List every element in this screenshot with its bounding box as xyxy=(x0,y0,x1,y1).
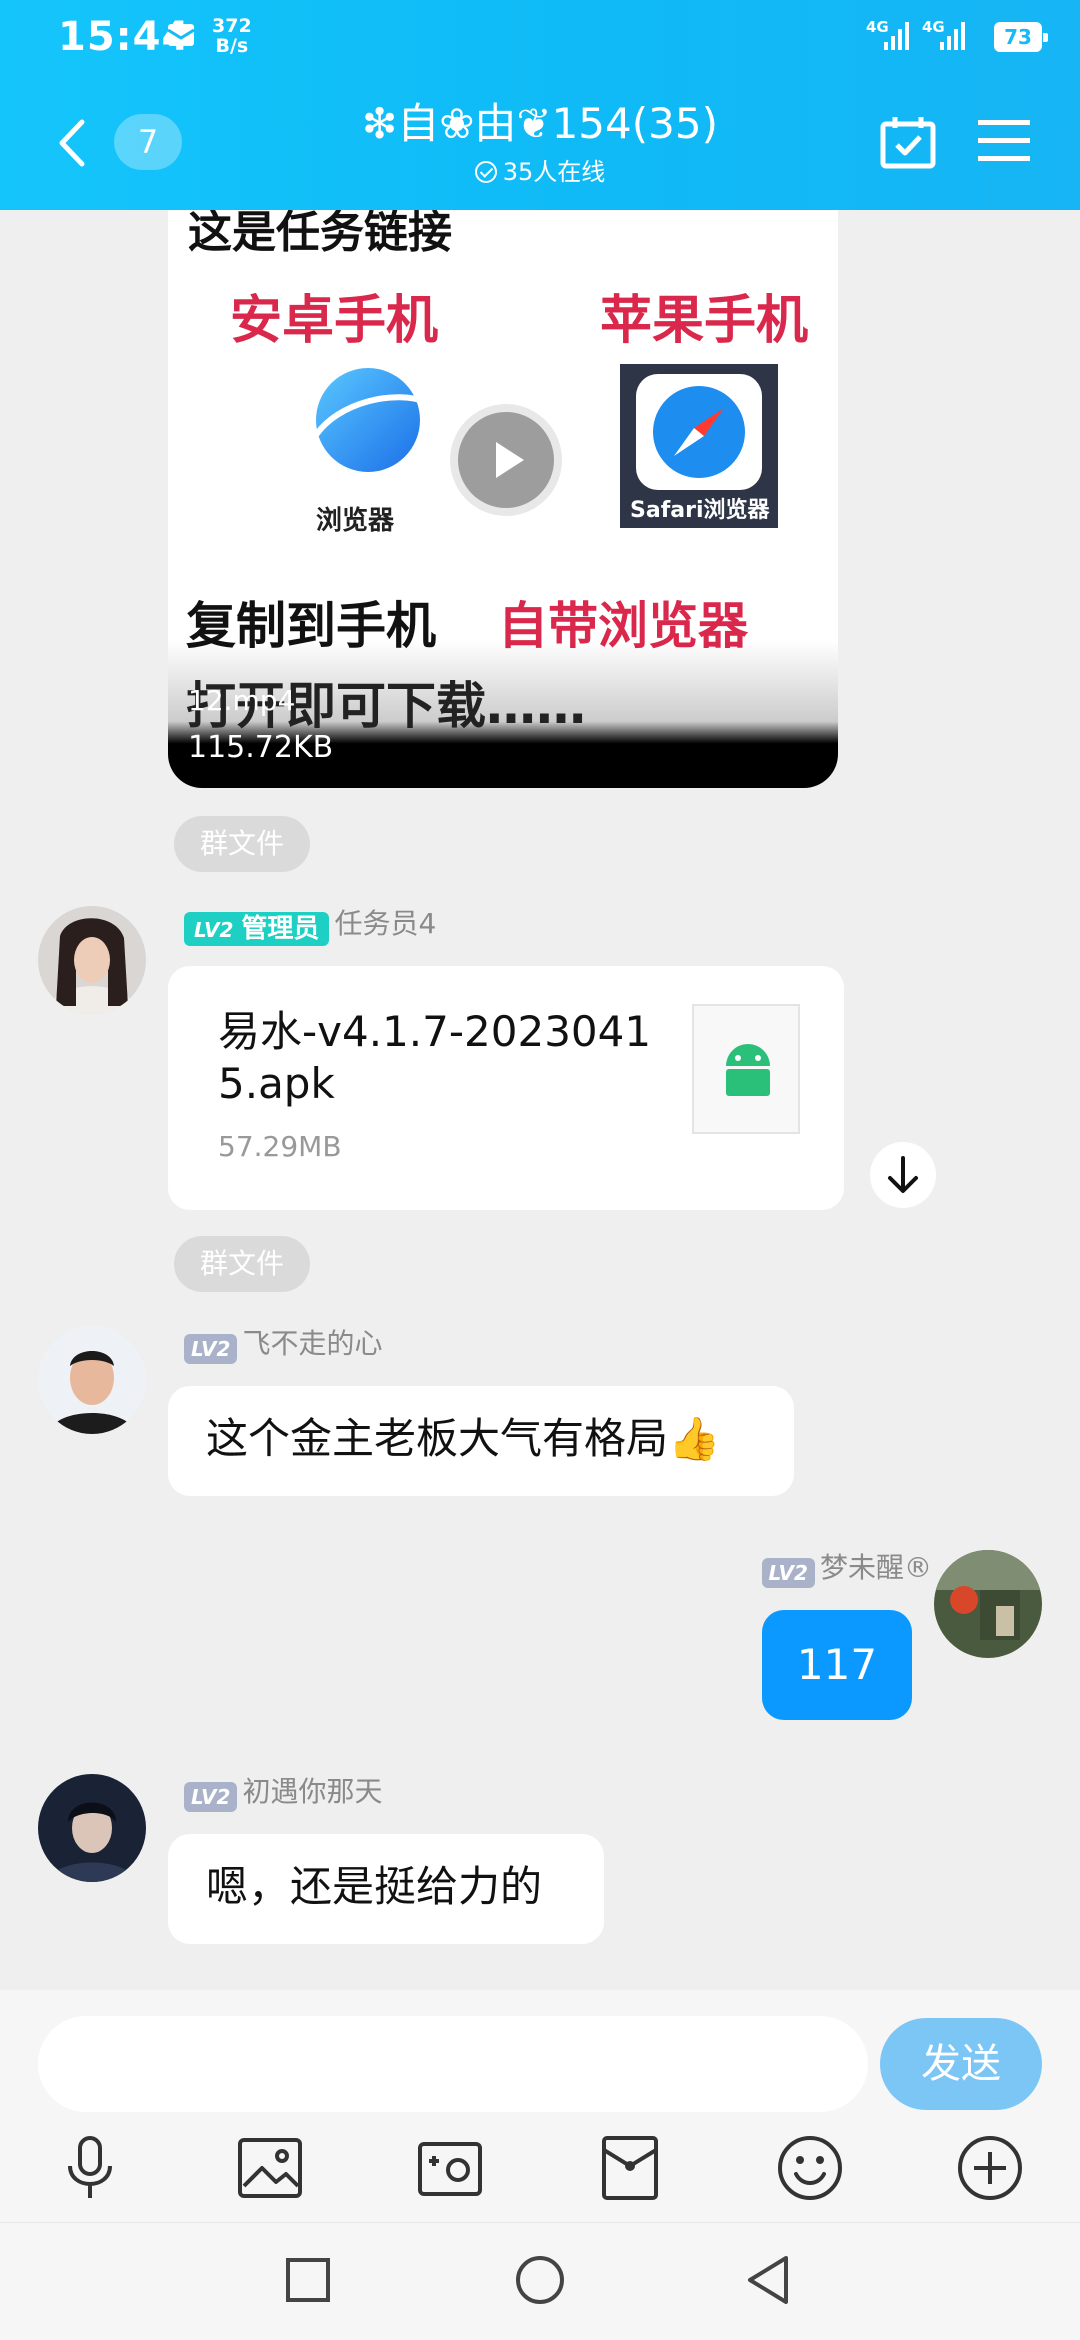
calendar-check-icon[interactable] xyxy=(878,112,938,172)
avatar[interactable] xyxy=(38,1774,146,1882)
avatar[interactable] xyxy=(38,906,146,1014)
message-text: 嗯，还是挺给力的 xyxy=(206,1862,543,1911)
unread-count-badge[interactable]: 7 xyxy=(114,114,182,170)
sender-name: 飞不走的心 xyxy=(242,1327,383,1360)
video-file-name: 12.mp4 xyxy=(188,684,296,717)
online-check-icon xyxy=(474,161,497,183)
sender-name: 任务员4 xyxy=(334,907,437,940)
red-packet-icon[interactable] xyxy=(594,2132,666,2204)
android-browser-icon xyxy=(311,368,428,472)
play-icon[interactable] xyxy=(446,400,566,520)
video-text-top: 这是任务链接 xyxy=(188,210,452,258)
message-bubble[interactable]: 这个金主老板大气有格局👍 xyxy=(168,1386,794,1496)
camera-icon[interactable] xyxy=(414,2132,486,2204)
file-size: 57.29MB xyxy=(218,1130,342,1163)
level-badge: LV2 xyxy=(184,1333,238,1364)
download-button[interactable] xyxy=(870,1142,936,1208)
video-file-size: 115.72KB xyxy=(188,730,334,765)
sender-row: LV2 管理员 任务员4 xyxy=(184,904,436,946)
video-android-label: 安卓手机 xyxy=(230,291,439,351)
video-browser-label: 浏览器 xyxy=(316,506,395,536)
back-icon[interactable] xyxy=(52,118,92,168)
nav-back-icon[interactable] xyxy=(744,2254,794,2306)
sender-name: 初遇你那天 xyxy=(242,1775,383,1808)
plus-icon[interactable] xyxy=(954,2132,1026,2204)
home-icon[interactable] xyxy=(514,2254,566,2306)
microphone-icon[interactable] xyxy=(54,2132,126,2204)
group-file-tag[interactable]: 群文件 xyxy=(174,816,310,872)
android-icon xyxy=(726,1044,770,1096)
send-button[interactable]: 发送 xyxy=(880,2018,1042,2110)
file-message-card[interactable]: 易水-v4.1.7-20230415.apk 57.29MB xyxy=(168,966,844,1210)
role-label: 管理员 xyxy=(241,913,320,944)
group-file-tag[interactable]: 群文件 xyxy=(174,1236,310,1292)
sender-row: LV2 梦未醒® xyxy=(712,1548,932,1588)
recent-apps-icon[interactable] xyxy=(284,2256,332,2304)
message-bubble-mine[interactable]: 117 xyxy=(762,1610,912,1720)
level-badge: LV2 xyxy=(194,917,234,942)
online-count: 35人在线 xyxy=(502,158,606,186)
level-badge: LV2 xyxy=(184,1781,238,1812)
online-status: 35人在线 xyxy=(260,156,820,188)
image-icon[interactable] xyxy=(234,2132,306,2204)
notification-icon xyxy=(167,24,195,46)
avatar[interactable] xyxy=(934,1550,1042,1658)
file-thumbnail xyxy=(692,1004,800,1134)
signal-1-icon xyxy=(884,22,909,50)
message-input[interactable] xyxy=(38,2016,868,2112)
level-badge: LV2 xyxy=(761,1557,815,1588)
net-speed-value: 372 xyxy=(212,15,252,37)
sender-row: LV2 初遇你那天 xyxy=(184,1772,383,1812)
chat-screen: { "status_bar": {"time": "15:44", "net_s… xyxy=(0,0,1080,2340)
net-speed-unit: B/s xyxy=(215,35,249,57)
menu-icon[interactable] xyxy=(976,116,1032,166)
net-speed: 372 B/s xyxy=(212,16,252,56)
signal-2-icon xyxy=(940,22,965,50)
emoji-icon[interactable] xyxy=(774,2132,846,2204)
file-name: 易水-v4.1.7-20230415.apk xyxy=(218,1007,652,1108)
video-apple-label: 苹果手机 xyxy=(600,291,809,351)
battery-indicator: 73 xyxy=(994,22,1048,52)
sender-row: LV2 飞不走的心 xyxy=(184,1324,383,1364)
admin-badge: LV2 管理员 xyxy=(184,911,330,946)
avatar[interactable] xyxy=(38,1326,146,1434)
video-safari-label: Safari浏览器 xyxy=(630,498,770,523)
message-bubble[interactable]: 嗯，还是挺给力的 xyxy=(168,1834,604,1944)
download-icon xyxy=(888,1156,918,1193)
message-text: 这个金主老板大气有格局👍 xyxy=(206,1414,721,1463)
sender-name: 梦未醒® xyxy=(819,1551,932,1584)
video-message[interactable]: 这是任务链接 安卓手机 苹果手机 浏览器 Safari浏览器 复制到手机 自带浏… xyxy=(168,210,838,788)
group-title[interactable]: ❇自❀由❦154(35) xyxy=(260,98,820,150)
